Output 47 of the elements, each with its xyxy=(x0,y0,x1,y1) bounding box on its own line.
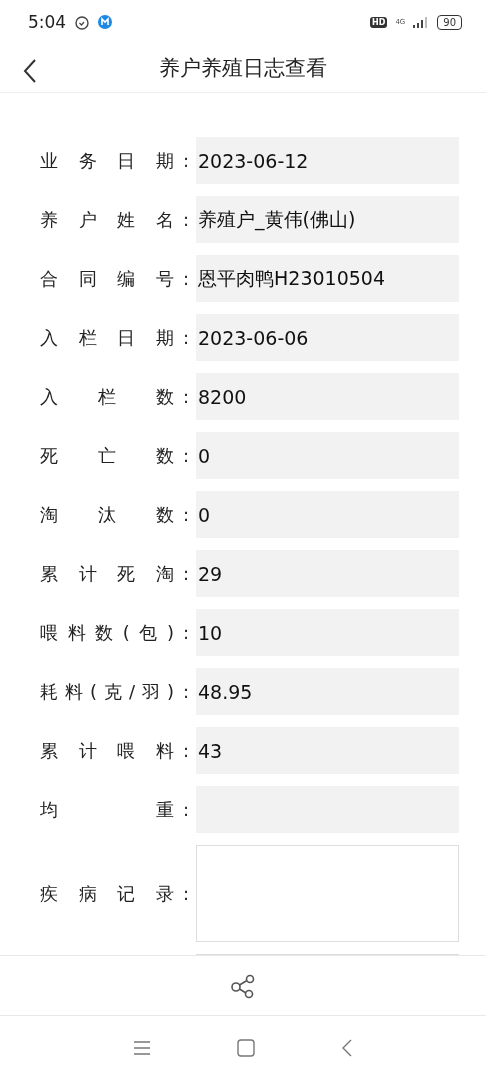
readonly-field[interactable]: 2023-06-06 xyxy=(196,314,459,361)
colon: : xyxy=(181,504,191,525)
field-label: 养户姓名 xyxy=(40,207,176,232)
colon: : xyxy=(181,268,191,289)
home-button[interactable] xyxy=(237,1039,255,1057)
field-label: 业务日期 xyxy=(40,148,176,173)
readonly-field[interactable]: 29 xyxy=(196,550,459,597)
field-label: 死亡数 xyxy=(40,443,176,468)
readonly-field[interactable]: 48.95 xyxy=(196,668,459,715)
readonly-field[interactable]: 2023-06-12 xyxy=(196,137,459,184)
field-label: 喂料数(包) xyxy=(40,620,176,645)
readonly-field[interactable]: 0 xyxy=(196,491,459,538)
readonly-field[interactable]: 8200 xyxy=(196,373,459,420)
colon: : xyxy=(181,209,191,230)
colon: : xyxy=(181,327,191,348)
colon: : xyxy=(181,386,191,407)
readonly-field[interactable]: 10 xyxy=(196,609,459,656)
colon: : xyxy=(181,799,191,820)
colon: : xyxy=(181,563,191,584)
field-label: 均重 xyxy=(40,797,176,822)
battery-level: 90 xyxy=(437,14,462,30)
app-notification-icon xyxy=(98,15,113,29)
field-label: 入栏数 xyxy=(40,384,176,409)
signal-icon xyxy=(413,16,430,28)
colon: : xyxy=(181,622,191,643)
readonly-field[interactable]: 43 xyxy=(196,727,459,774)
back-nav-button[interactable] xyxy=(341,1039,353,1057)
field-label: 累计喂料 xyxy=(40,738,176,763)
colon: : xyxy=(181,150,191,171)
page-title: 养户养殖日志查看 xyxy=(159,55,327,82)
menu-icon[interactable] xyxy=(133,1041,151,1055)
field-label: 累计死淘 xyxy=(40,561,176,586)
colon: : xyxy=(181,740,191,761)
readonly-field[interactable]: 恩平肉鸭H23010504 xyxy=(196,255,459,302)
alarm-icon xyxy=(74,14,91,30)
colon: : xyxy=(181,445,191,466)
colon: : xyxy=(181,883,191,904)
status-time: 5:04 xyxy=(28,12,67,32)
field-label: 淘汰数 xyxy=(40,502,176,527)
field-label: 疾病记录 xyxy=(40,881,176,906)
readonly-field[interactable]: 养殖户_黄伟(佛山) xyxy=(196,196,459,243)
field-label: 入栏日期 xyxy=(40,325,176,350)
field-label: 合同编号 xyxy=(40,266,176,291)
field-label: 耗料(克/羽) xyxy=(40,679,176,704)
hd-badge: HD xyxy=(370,16,388,28)
colon: : xyxy=(181,681,191,702)
readonly-field[interactable]: 0 xyxy=(196,432,459,479)
